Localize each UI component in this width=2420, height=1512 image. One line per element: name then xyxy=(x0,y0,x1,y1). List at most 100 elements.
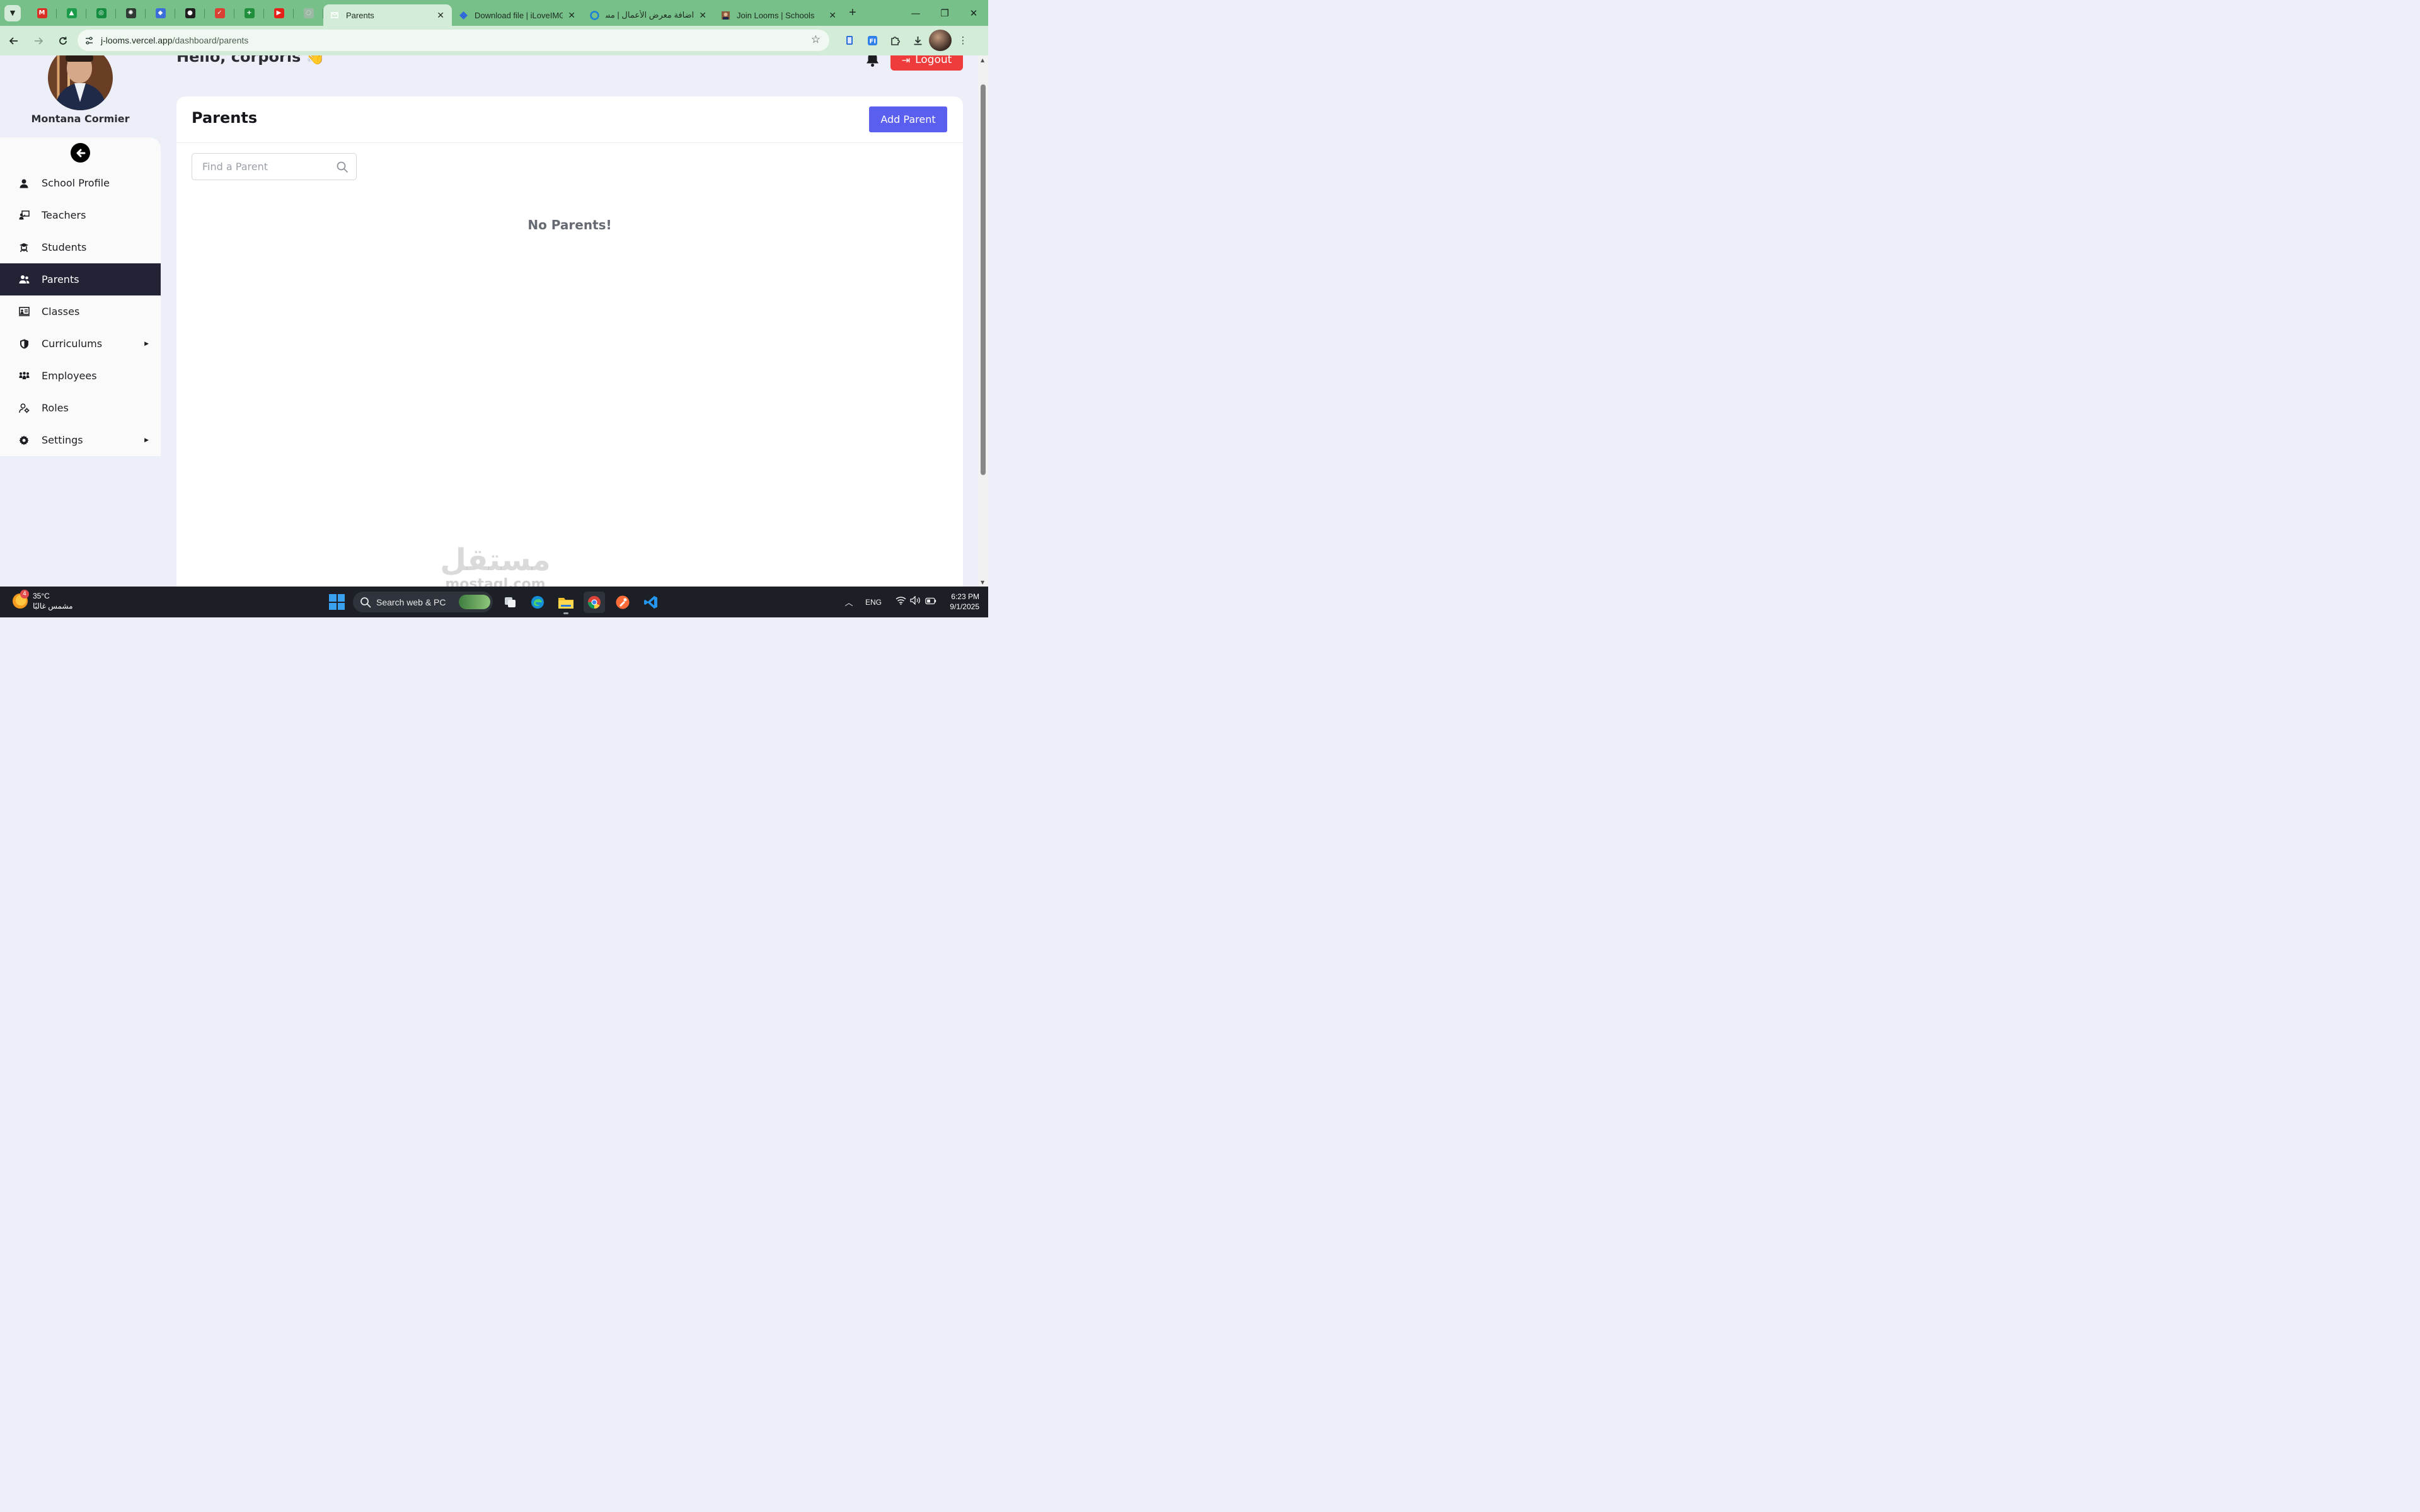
clock-time: 6:23 PM xyxy=(951,592,979,601)
sidebar-item-settings[interactable]: Settings ▶ xyxy=(0,424,161,456)
tab-mostaql[interactable]: اضافة معرض الأعمال | مستقل ✕ xyxy=(583,4,714,26)
start-button[interactable] xyxy=(329,594,345,610)
sidebar-item-students[interactable]: Students xyxy=(0,231,161,263)
pinned-tab[interactable]: ✺ xyxy=(116,3,146,23)
close-window-icon[interactable]: ✕ xyxy=(959,0,988,26)
sidebar-item-school-profile[interactable]: School Profile xyxy=(0,167,161,199)
tab-parents[interactable]: Parents ✕ xyxy=(323,4,452,26)
page-icon xyxy=(330,10,340,20)
sidebar-item-teachers[interactable]: Teachers xyxy=(0,199,161,231)
sidebar-item-curriculums[interactable]: Curriculums ▶ xyxy=(0,328,161,360)
vscode-icon[interactable] xyxy=(640,592,662,613)
wave-emoji: 👋 xyxy=(306,55,325,66)
show-hidden-icons-icon[interactable]: ︿ xyxy=(842,596,856,608)
scroll-down-icon[interactable]: ▼ xyxy=(981,580,984,585)
user-gear-icon xyxy=(18,403,30,414)
extensions-area: FI ⋮ xyxy=(838,30,974,51)
sidebar-item-label: Parents xyxy=(42,273,79,285)
chalkboard-teacher-icon xyxy=(18,210,30,221)
logout-button[interactable]: ⇥ Logout xyxy=(890,55,963,71)
wifi-icon[interactable] xyxy=(896,596,906,608)
page-scrollbar[interactable]: ▲ ▼ xyxy=(978,55,988,587)
profile-avatar-icon[interactable] xyxy=(929,30,952,51)
reload-button[interactable] xyxy=(52,30,74,52)
add-parent-button[interactable]: Add Parent xyxy=(869,106,947,132)
bell-icon[interactable] xyxy=(864,55,881,67)
logout-icon: ⇥ xyxy=(901,55,911,66)
pinned-tab[interactable]: ◎ xyxy=(86,3,116,23)
scrollbar-thumb[interactable] xyxy=(981,84,986,475)
search-input[interactable] xyxy=(192,154,331,180)
sidebar-item-parents[interactable]: Parents xyxy=(0,263,161,295)
bookmark-star-icon[interactable]: ☆ xyxy=(811,33,821,46)
url-path: /dashboard/parents xyxy=(172,35,249,45)
graduate-icon xyxy=(18,242,30,253)
mostaql-icon xyxy=(589,10,599,20)
extension-fi-icon[interactable]: FI xyxy=(861,30,884,51)
new-tab-button[interactable]: + xyxy=(849,6,856,20)
extension-doc-icon[interactable] xyxy=(838,30,861,51)
postman-icon[interactable] xyxy=(612,592,633,613)
collapse-sidebar-button[interactable] xyxy=(71,143,90,163)
sidebar-profile: Montana Cormier xyxy=(0,55,161,137)
weather-temp: 35°C xyxy=(33,592,50,600)
search-highlight-icon xyxy=(459,595,490,609)
sidebar-item-roles[interactable]: Roles xyxy=(0,392,161,424)
weather-widget[interactable]: 4 35°C مشمس غالبًا xyxy=(13,590,73,611)
minimize-icon[interactable]: — xyxy=(901,0,930,26)
chrome-icon[interactable] xyxy=(584,592,605,613)
forward-button[interactable] xyxy=(28,30,49,52)
site-info-icon[interactable] xyxy=(81,32,97,49)
search-icon[interactable] xyxy=(336,161,349,173)
scroll-up-icon[interactable]: ▲ xyxy=(981,57,984,63)
tab-search-button[interactable]: ▼ xyxy=(4,4,21,21)
restore-icon[interactable]: ❐ xyxy=(930,0,959,26)
sidebar-item-classes[interactable]: Classes xyxy=(0,295,161,328)
volume-icon[interactable] xyxy=(910,595,921,608)
close-icon[interactable]: ✕ xyxy=(829,10,836,21)
close-icon[interactable]: ✕ xyxy=(437,10,444,21)
downloads-icon[interactable] xyxy=(906,30,929,51)
address-bar[interactable]: j-looms.vercel.app/dashboard/parents ☆ xyxy=(78,30,829,51)
close-icon[interactable]: ✕ xyxy=(699,10,706,21)
notification-badge: 4 xyxy=(20,590,29,598)
back-button[interactable] xyxy=(3,30,25,52)
tab-ilovimg[interactable]: Download file | iLoveIMG ✕ xyxy=(452,4,583,26)
caret-right-icon[interactable]: ▶ xyxy=(144,437,149,444)
pinned-tab[interactable]: ✓ xyxy=(205,3,234,23)
tab-join-looms[interactable]: Join Looms | Schools ✕ xyxy=(714,4,844,26)
edge-icon[interactable] xyxy=(527,592,548,613)
tab-title: اضافة معرض الأعمال | مستقل xyxy=(606,10,694,20)
close-icon[interactable]: ✕ xyxy=(568,10,575,21)
taskbar-search-label: Search web & PC xyxy=(376,597,446,607)
pinned-tab[interactable]: M xyxy=(27,3,57,23)
taskbar-search[interactable]: Search web & PC xyxy=(353,592,493,612)
plus-app-icon: + xyxy=(244,8,255,18)
empty-state-message: No Parents! xyxy=(527,217,612,232)
gear-icon xyxy=(18,435,30,446)
github-icon: ● xyxy=(185,8,195,18)
arrow-left-icon xyxy=(76,149,85,157)
pinned-tab[interactable]: ◌ xyxy=(294,3,323,23)
sidebar-item-employees[interactable]: Employees xyxy=(0,360,161,392)
pinned-tab[interactable]: ▶ xyxy=(264,3,294,23)
pinned-tab[interactable]: ◆ xyxy=(146,3,175,23)
url-text: j-looms.vercel.app/dashboard/parents xyxy=(101,35,248,45)
battery-icon[interactable] xyxy=(925,597,936,608)
looms-icon xyxy=(720,10,730,20)
search-icon xyxy=(360,597,371,607)
extensions-puzzle-icon[interactable] xyxy=(884,30,906,51)
sidebar-item-label: Settings xyxy=(42,434,83,446)
pinned-tab[interactable]: ▲ xyxy=(57,3,86,23)
pinned-tab[interactable]: + xyxy=(234,3,264,23)
caret-right-icon[interactable]: ▶ xyxy=(144,341,149,347)
window-controls: — ❐ ✕ xyxy=(901,0,988,26)
pinned-tab[interactable]: ● xyxy=(175,3,205,23)
chatgpt-icon: ✺ xyxy=(125,8,136,18)
browser-menu-icon[interactable]: ⋮ xyxy=(952,30,974,51)
taskbar-clock[interactable]: 6:23 PM 9/1/2025 xyxy=(942,592,979,612)
task-view-icon[interactable] xyxy=(500,592,521,613)
file-explorer-icon[interactable] xyxy=(555,592,577,614)
card-header: Parents Add Parent xyxy=(176,96,963,143)
language-indicator[interactable]: ENG xyxy=(865,598,882,607)
